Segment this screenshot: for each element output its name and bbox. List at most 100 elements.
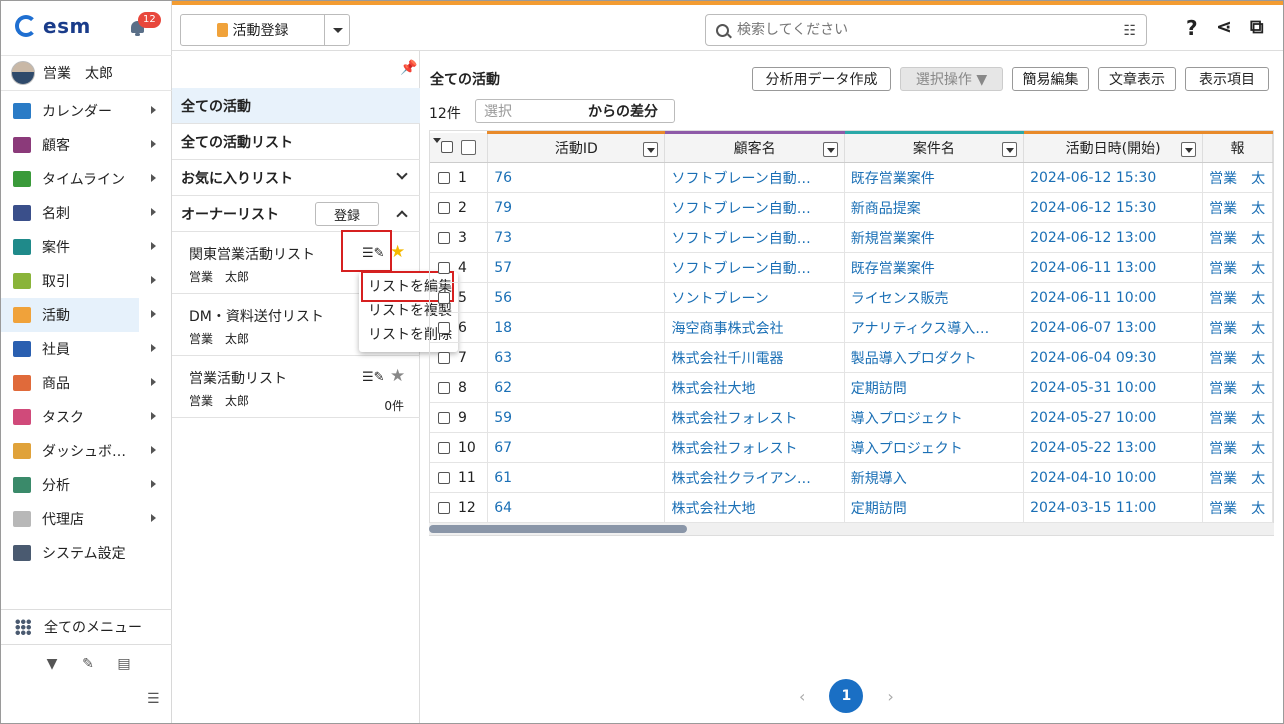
sidebar-item-12[interactable]: 代理店 xyxy=(1,502,172,536)
reporter-link[interactable]: 営業 太 xyxy=(1202,282,1273,313)
sidebar-item-4[interactable]: 案件 xyxy=(1,230,172,264)
deal-link[interactable]: 定期訪問 xyxy=(844,372,1025,403)
scrollbar-thumb[interactable] xyxy=(429,525,687,533)
activity-id-link[interactable]: 67 xyxy=(487,432,666,463)
reporter-link[interactable]: 営業 太 xyxy=(1202,222,1273,253)
row-checkbox[interactable] xyxy=(438,231,450,244)
activity-date-link[interactable]: 2024-03-15 11:00 xyxy=(1023,492,1204,523)
activity-date-link[interactable]: 2024-06-12 13:00 xyxy=(1023,222,1204,253)
select-all-checkbox[interactable] xyxy=(441,141,454,154)
bookmark-icon[interactable]: ▼ xyxy=(45,656,59,672)
table-row[interactable]: 7 63 株式会社千川電器 製品導入プロダクト 2024-06-04 09:30 営業 太 xyxy=(430,342,1273,373)
table-row[interactable]: 9 59 株式会社フォレスト 導入プロジェクト 2024-05-27 10:00 営業 太 xyxy=(430,402,1273,433)
reporter-link[interactable]: 営業 太 xyxy=(1202,432,1273,463)
sidebar-item-1[interactable]: 顧客 xyxy=(1,128,172,162)
row-checkbox[interactable] xyxy=(438,201,450,214)
activity-date-link[interactable]: 2024-06-11 10:00 xyxy=(1023,282,1204,313)
deal-link[interactable]: ライセンス販売 xyxy=(844,282,1025,313)
edit-list-icon[interactable]: ☰✎ xyxy=(362,370,385,385)
activity-date-link[interactable]: 2024-06-07 13:00 xyxy=(1023,312,1204,343)
pin-icon[interactable]: 📌 xyxy=(400,60,417,76)
all-activity-lists-item[interactable]: 全ての活動リスト xyxy=(172,124,420,160)
customer-link[interactable]: 海空商事株式会社 xyxy=(664,312,845,343)
activity-date-link[interactable]: 2024-05-31 10:00 xyxy=(1023,372,1204,403)
table-row[interactable]: 4 57 ソフトブレーン自動… 既存営業案件 2024-06-11 13:00 営業 太 xyxy=(430,252,1273,283)
activity-id-link[interactable]: 64 xyxy=(487,492,666,523)
activity-id-link[interactable]: 76 xyxy=(487,162,666,193)
table-row[interactable]: 6 18 海空商事株式会社 アナリティクス導入… 2024-06-07 13:00 営業 … xyxy=(430,312,1273,343)
customer-link[interactable]: ソフトブレーン自動… xyxy=(664,192,845,223)
deal-link[interactable]: 新規導入 xyxy=(844,462,1025,493)
row-checkbox[interactable] xyxy=(438,381,450,394)
activity-date-link[interactable]: 2024-06-04 09:30 xyxy=(1023,342,1204,373)
row-checkbox[interactable] xyxy=(438,291,450,304)
column-header[interactable]: 案件名 xyxy=(844,131,1025,163)
activity-id-link[interactable]: 59 xyxy=(487,402,666,433)
row-checkbox[interactable] xyxy=(438,441,450,454)
share-icon[interactable]: ⋖ xyxy=(1216,16,1232,38)
deal-link[interactable]: 既存営業案件 xyxy=(844,252,1025,283)
reporter-link[interactable]: 営業 太 xyxy=(1202,252,1273,283)
user-profile[interactable]: 営業 太郎 xyxy=(1,55,172,91)
deal-link[interactable]: 導入プロジェクト xyxy=(844,402,1025,433)
customer-link[interactable]: ソフトブレーン自動… xyxy=(664,222,845,253)
activity-id-link[interactable]: 73 xyxy=(487,222,666,253)
sidebar-item-8[interactable]: 商品 xyxy=(1,366,172,400)
customer-link[interactable]: 株式会社大地 xyxy=(664,492,845,523)
column-menu-dropdown[interactable] xyxy=(1002,142,1018,157)
text-view-button[interactable]: 文章表示 xyxy=(1098,67,1176,91)
search-input[interactable] xyxy=(737,22,1117,38)
customer-link[interactable]: 株式会社大地 xyxy=(664,372,845,403)
sidebar-item-0[interactable]: カレンダー xyxy=(1,94,172,128)
activity-id-link[interactable]: 62 xyxy=(487,372,666,403)
activity-date-link[interactable]: 2024-05-27 10:00 xyxy=(1023,402,1204,433)
sidebar-item-3[interactable]: 名刺 xyxy=(1,196,172,230)
selection-actions-button[interactable]: 選択操作 ▼ xyxy=(900,67,1003,91)
customer-link[interactable]: ソフトブレーン自動… xyxy=(664,162,845,193)
activity-date-link[interactable]: 2024-05-22 13:00 xyxy=(1023,432,1204,463)
table-row[interactable]: 8 62 株式会社大地 定期訪問 2024-05-31 10:00 営業 太 xyxy=(430,372,1273,403)
activity-date-link[interactable]: 2024-06-11 13:00 xyxy=(1023,252,1204,283)
column-header[interactable]: 顧客名 xyxy=(664,131,845,163)
deal-link[interactable]: 製品導入プロダクト xyxy=(844,342,1025,373)
row-checkbox[interactable] xyxy=(438,321,450,334)
column-menu-dropdown[interactable] xyxy=(822,142,838,157)
favorite-star-icon[interactable]: ★ xyxy=(390,242,405,262)
film-icon[interactable]: ▤ xyxy=(117,656,131,672)
row-checkbox[interactable] xyxy=(438,171,450,184)
reporter-link[interactable]: 営業 太 xyxy=(1202,312,1273,343)
activity-date-link[interactable]: 2024-06-12 15:30 xyxy=(1023,162,1204,193)
activity-id-link[interactable]: 57 xyxy=(487,252,666,283)
external-link-icon[interactable]: ⧉ xyxy=(1250,16,1264,38)
sidebar-item-5[interactable]: 取引 xyxy=(1,264,172,298)
row-checkbox[interactable] xyxy=(438,261,450,274)
simple-edit-button[interactable]: 簡易編集 xyxy=(1012,67,1089,91)
deal-link[interactable]: 既存営業案件 xyxy=(844,162,1025,193)
diff-selector[interactable]: 選択 からの差分 xyxy=(475,99,675,123)
activity-id-link[interactable]: 18 xyxy=(487,312,666,343)
filter-settings-icon[interactable]: ☷ xyxy=(1123,23,1136,39)
column-header[interactable]: 活動ID xyxy=(487,131,666,163)
favorites-section[interactable]: お気に入りリスト xyxy=(172,160,420,196)
reporter-link[interactable]: 営業 太 xyxy=(1202,162,1273,193)
esm-logo[interactable]: esm xyxy=(15,14,91,38)
activity-id-link[interactable]: 56 xyxy=(487,282,666,313)
activity-id-link[interactable]: 61 xyxy=(487,462,666,493)
deal-link[interactable]: 新規営業案件 xyxy=(844,222,1025,253)
deal-link[interactable]: 導入プロジェクト xyxy=(844,432,1025,463)
sidebar-item-13[interactable]: システム設定 xyxy=(1,536,172,570)
reporter-link[interactable]: 営業 太 xyxy=(1202,372,1273,403)
activity-id-link[interactable]: 63 xyxy=(487,342,666,373)
table-row[interactable]: 1 76 ソフトブレーン自動… 既存営業案件 2024-06-12 15:30 営業 太 xyxy=(430,162,1273,193)
activity-register-button[interactable]: 活動登録 xyxy=(181,15,325,45)
table-row[interactable]: 12 64 株式会社大地 定期訪問 2024-03-15 11:00 営業 太 xyxy=(430,492,1273,523)
deal-link[interactable]: 定期訪問 xyxy=(844,492,1025,523)
sidebar-item-9[interactable]: タスク xyxy=(1,400,172,434)
owner-list-item[interactable]: 営業活動リスト 営業 太郎 0件 ☰✎ ★ xyxy=(172,356,420,418)
sidebar-item-10[interactable]: ダッシュボ… xyxy=(1,434,172,468)
activity-date-link[interactable]: 2024-04-10 10:00 xyxy=(1023,462,1204,493)
reporter-link[interactable]: 営業 太 xyxy=(1202,462,1273,493)
activity-register-dropdown[interactable] xyxy=(325,15,349,45)
customer-link[interactable]: 株式会社クライアン… xyxy=(664,462,845,493)
table-row[interactable]: 2 79 ソフトブレーン自動… 新商品提案 2024-06-12 15:30 営業 太 xyxy=(430,192,1273,223)
